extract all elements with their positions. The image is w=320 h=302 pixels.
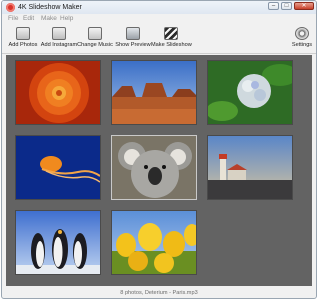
preview-film-icon	[126, 27, 140, 40]
penguins-image	[16, 211, 100, 274]
app-window: 4K Slideshow Maker – □ ✕ File Edit Make …	[1, 0, 317, 299]
lighthouse-image	[208, 136, 292, 199]
make-slideshow-label: Make Slideshow	[151, 42, 192, 48]
photo-thumb-koala[interactable]	[111, 135, 197, 200]
desert-mesa-image	[112, 61, 196, 124]
add-instagram-label: Add Instagram	[40, 42, 78, 48]
status-bar: 8 photos, Deterium - Paris.mp3	[120, 290, 198, 296]
menu-make[interactable]: Make	[41, 15, 57, 23]
maximize-button[interactable]: □	[281, 2, 292, 10]
title-bar[interactable]: 4K Slideshow Maker – □ ✕	[2, 1, 316, 14]
koala-image	[112, 136, 196, 199]
clapperboard-icon	[164, 27, 178, 40]
close-button[interactable]: ✕	[294, 2, 314, 10]
add-photos-button[interactable]: Add Photos	[6, 27, 40, 52]
settings-button[interactable]: Settings	[289, 27, 315, 52]
hydrangea-image	[208, 61, 292, 124]
change-music-label: Change Music	[77, 42, 113, 48]
photo-thumb-jellyfish[interactable]	[15, 135, 101, 200]
menu-file[interactable]: File	[8, 15, 18, 23]
app-logo-icon	[6, 3, 15, 12]
photo-thumb-desert[interactable]	[111, 60, 197, 125]
add-instagram-button[interactable]: Add Instagram	[40, 27, 78, 52]
settings-label: Settings	[291, 42, 313, 48]
music-note-icon	[88, 27, 102, 40]
menu-bar: File Edit Make Help	[2, 14, 316, 24]
tulips-image	[112, 211, 196, 274]
minimize-button[interactable]: –	[268, 2, 279, 10]
menu-edit[interactable]: Edit	[23, 15, 34, 23]
photo-thumb-hydrangea[interactable]	[207, 60, 293, 125]
gear-icon	[295, 27, 309, 40]
show-preview-button[interactable]: Show Preview	[115, 27, 151, 52]
show-preview-label: Show Preview	[115, 42, 151, 48]
orange-flower-image	[16, 61, 100, 124]
change-music-button[interactable]: Change Music	[77, 27, 113, 52]
menu-help[interactable]: Help	[60, 15, 73, 23]
photo-thumb-tulips[interactable]	[111, 210, 197, 275]
add-photos-icon	[16, 27, 30, 40]
photo-thumb-lighthouse[interactable]	[207, 135, 293, 200]
photo-gallery[interactable]	[6, 55, 312, 286]
instagram-icon	[52, 27, 66, 40]
jellyfish-image	[16, 136, 100, 199]
window-title: 4K Slideshow Maker	[18, 4, 82, 11]
make-slideshow-button[interactable]: Make Slideshow	[151, 27, 192, 52]
toolbar: Add Photos Add Instagram Change Music Sh…	[2, 25, 316, 54]
photo-thumb-penguins[interactable]	[15, 210, 101, 275]
add-photos-label: Add Photos	[8, 42, 38, 48]
photo-thumb-orange-flower[interactable]	[15, 60, 101, 125]
